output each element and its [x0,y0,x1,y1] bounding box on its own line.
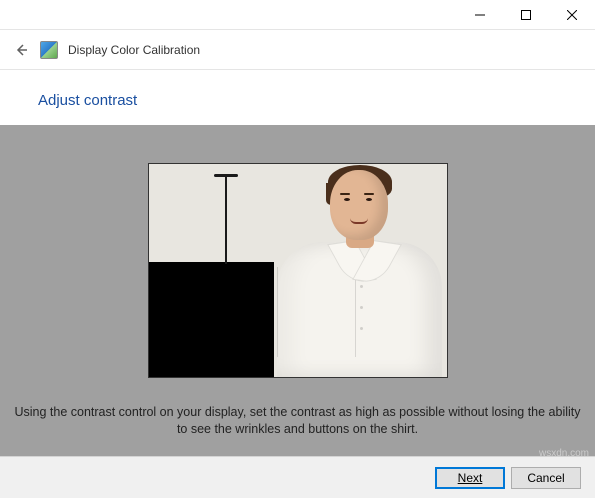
contrast-sample-image [148,163,448,378]
next-button[interactable]: Next [435,467,505,489]
app-icon [40,41,58,59]
instruction-text: Using the contrast control on your displ… [8,404,587,438]
minimize-button[interactable] [457,0,503,30]
content-area: Using the contrast control on your displ… [0,125,595,456]
window-titlebar [0,0,595,30]
pole-graphic [225,176,227,264]
pole-top-graphic [214,174,238,177]
black-reference-panel [149,262,274,377]
back-button[interactable] [12,41,30,59]
watermark: wsxdn.com [539,448,589,459]
page-heading: Adjust contrast [0,70,595,125]
header-bar: Display Color Calibration [0,30,595,70]
wizard-footer: Next Cancel [0,456,595,498]
close-button[interactable] [549,0,595,30]
maximize-button[interactable] [503,0,549,30]
cancel-button[interactable]: Cancel [511,467,581,489]
man-figure [272,163,447,377]
window-title: Display Color Calibration [68,43,200,57]
